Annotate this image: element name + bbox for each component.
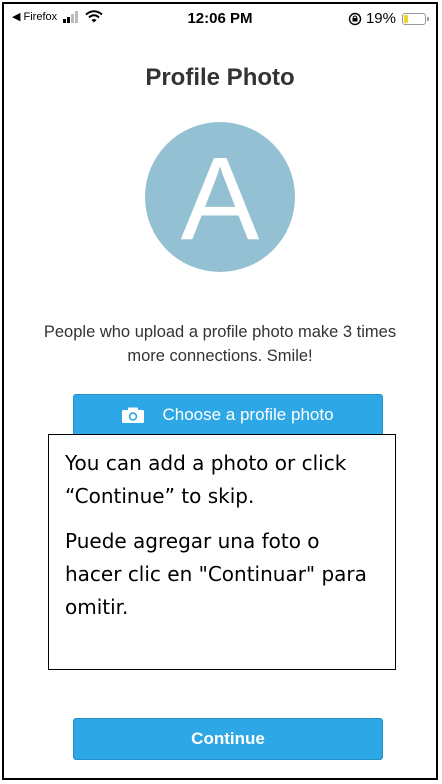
continue-button[interactable]: Continue [73, 718, 383, 760]
instruction-english: You can add a photo or click “Continue” … [65, 451, 347, 508]
promo-text: People who upload a profile photo make 3… [43, 323, 397, 365]
status-right: 19% [348, 10, 429, 27]
battery-icon [402, 12, 429, 25]
status-bar: ◀ Firefox 12:06 PM 19% [4, 4, 436, 34]
choose-profile-photo-label: Choose a profile photo [162, 405, 334, 424]
battery-percent: 19% [365, 10, 396, 27]
instruction-overlay: You can add a photo or click “Continue” … [48, 434, 396, 670]
avatar-initial: A [180, 133, 260, 265]
rotation-lock-icon [348, 12, 362, 25]
battery-level [404, 14, 408, 23]
page-title: Profile Photo [145, 64, 295, 91]
continue-label: Continue [191, 729, 265, 748]
instruction-spanish: Puede agregar una foto o hacer clic en "… [65, 529, 367, 619]
screen-frame: ◀ Firefox 12:06 PM 19% Profile Photo A P… [2, 2, 438, 780]
camera-icon [122, 407, 145, 423]
choose-profile-photo-button[interactable]: Choose a profile photo [73, 394, 383, 436]
avatar: A [145, 122, 295, 272]
